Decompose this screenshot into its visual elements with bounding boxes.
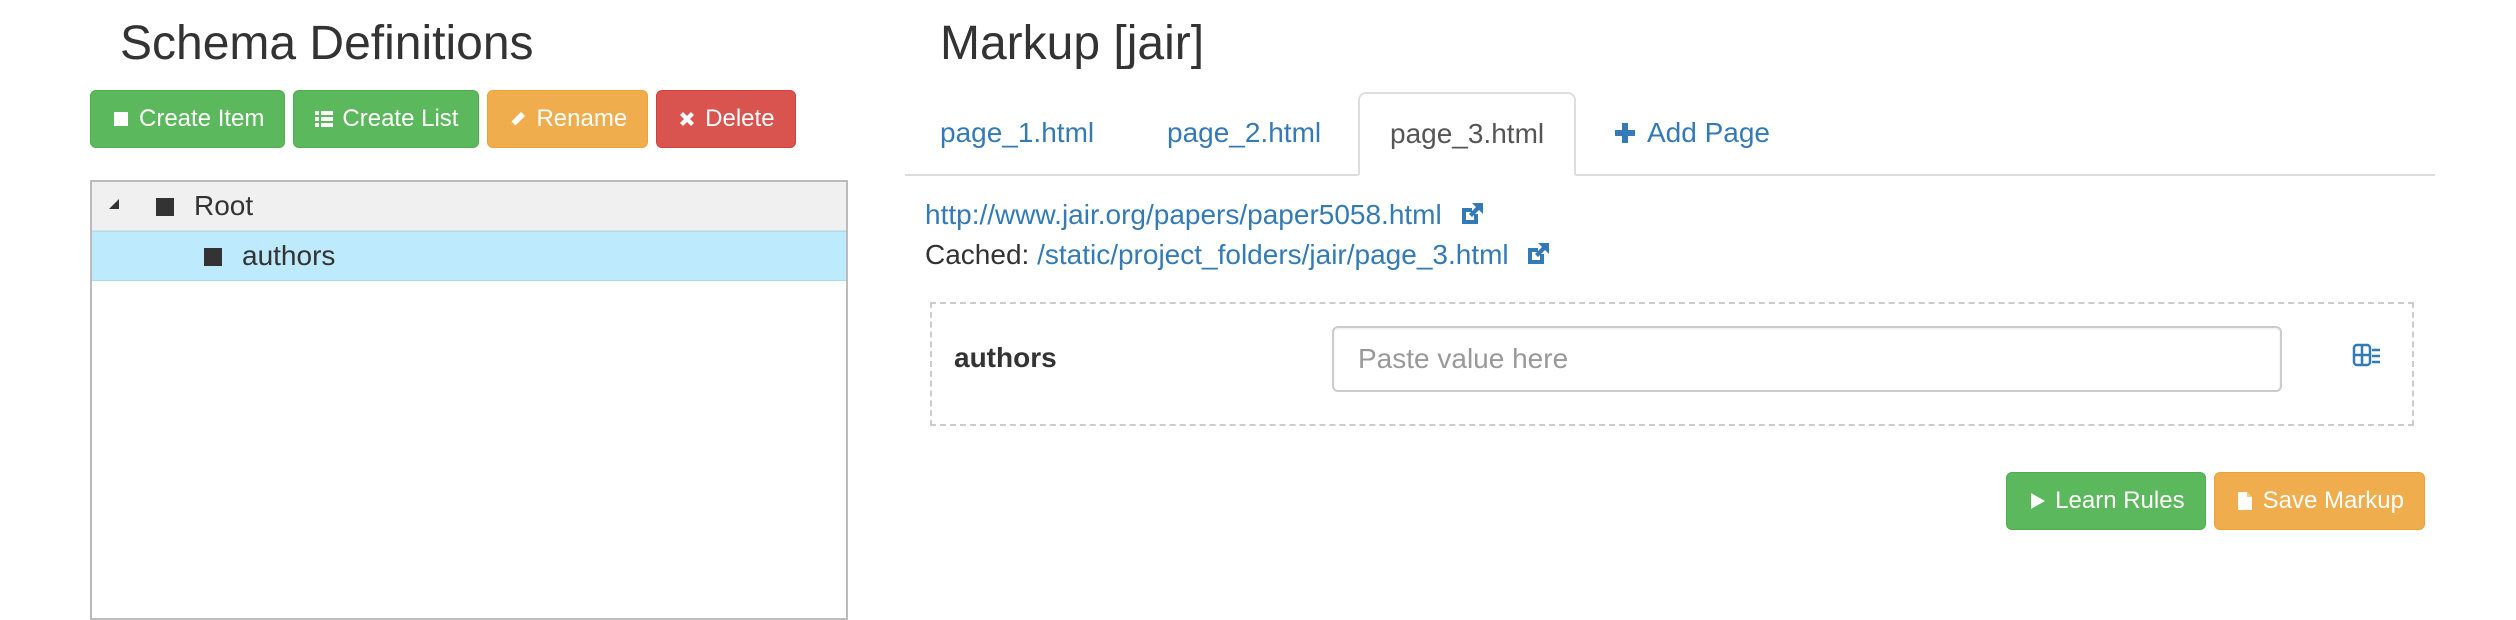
cached-url-link[interactable]: /static/project_folders/jair/page_3.html (1037, 239, 1509, 270)
tree-child-label: authors (242, 240, 336, 271)
tab-page-3[interactable]: page_3.html (1358, 92, 1577, 176)
save-markup-button[interactable]: Save Markup (2213, 472, 2425, 530)
tab-page-2[interactable]: page_2.html (1167, 92, 1321, 174)
create-item-label: Create Item (139, 105, 265, 132)
create-list-label: Create List (342, 105, 459, 132)
add-page-label: Add Page (1647, 117, 1770, 148)
tab-page-1[interactable]: page_1.html (940, 92, 1094, 174)
delete-button[interactable]: Delete (656, 90, 796, 148)
source-url-link[interactable]: http://www.jair.org/papers/paper5058.htm… (925, 199, 1442, 230)
save-markup-label: Save Markup (2262, 487, 2404, 514)
cached-label: Cached: (925, 239, 1030, 270)
collapse-triangle-icon[interactable] (108, 198, 120, 210)
tree-root-label: Root (194, 190, 254, 221)
schema-toolbar: Create Item Create List Rename Delete (90, 90, 796, 148)
schema-tree: Root authors (90, 180, 848, 620)
learn-rules-label: Learn Rules (2055, 487, 2185, 514)
tab-label: page_2.html (1167, 117, 1322, 148)
tab-label: page_1.html (940, 117, 1095, 148)
table-icon[interactable] (2352, 340, 2382, 370)
close-icon (680, 112, 695, 126)
field-row-authors: authors (930, 302, 2414, 426)
node-icon (156, 198, 174, 216)
rename-label: Rename (536, 105, 628, 132)
delete-label: Delete (705, 105, 775, 132)
tree-node-authors[interactable]: authors (92, 231, 846, 281)
tab-label: page_3.html (1390, 118, 1545, 149)
rename-button[interactable]: Rename (487, 90, 649, 148)
field-label: authors (954, 342, 1057, 373)
page-links: http://www.jair.org/papers/paper5058.htm… (925, 195, 1552, 275)
list-icon (315, 111, 334, 127)
square-icon (114, 112, 128, 126)
plus-icon (1615, 123, 1635, 143)
markup-title: Markup [jair] (940, 17, 1205, 70)
external-link-icon[interactable] (1458, 200, 1486, 228)
external-link-icon[interactable] (1524, 240, 1552, 268)
add-page-tab[interactable]: Add Page (1613, 92, 1770, 174)
play-icon (2031, 493, 2046, 509)
create-list-button[interactable]: Create List (293, 90, 480, 148)
page-tabs: page_1.html page_2.html page_3.html Add … (905, 92, 2435, 176)
create-item-button[interactable]: Create Item (90, 90, 286, 148)
tree-node-root[interactable]: Root (92, 182, 846, 231)
authors-value-input[interactable] (1332, 326, 2282, 392)
schema-title: Schema Definitions (120, 17, 534, 70)
node-icon (204, 248, 222, 266)
learn-rules-button[interactable]: Learn Rules (2006, 472, 2206, 530)
schema-panel: Schema Definitions Create Item Create Li… (90, 0, 850, 620)
markup-panel: Markup [jair] page_1.html page_2.html pa… (905, 0, 2435, 602)
file-icon (2237, 492, 2252, 510)
markup-actions: Learn Rules Save Markup (2006, 472, 2425, 530)
pencil-icon (511, 112, 526, 126)
